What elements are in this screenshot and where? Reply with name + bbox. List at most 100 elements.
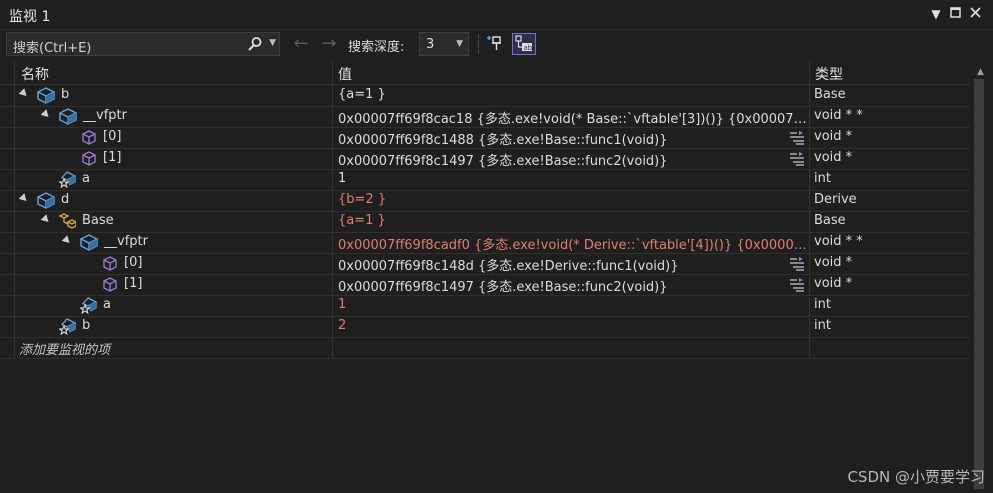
grid-header: 名称 值 类型 [0, 61, 970, 85]
watch-row[interactable]: a 1 int [0, 295, 970, 317]
visualizer-icon[interactable] [788, 130, 806, 145]
row-name: Base [82, 213, 114, 228]
row-type: void * [814, 255, 853, 270]
row-name: [0] [124, 255, 143, 270]
watch-row[interactable]: [0] 0x00007ff69f8c148d {多态.exe!Derive::f… [0, 253, 970, 275]
watch-row[interactable]: __vfptr 0x00007ff69f8cadf0 {多态.exe!void(… [0, 232, 970, 254]
row-type: int [814, 318, 831, 333]
object-variable-icon [37, 87, 55, 104]
row-value[interactable]: 0x00007ff69f8cadf0 {多态.exe!void(* Derive… [338, 234, 808, 253]
visualizer-icon[interactable] [788, 151, 806, 166]
collapse-arrow-icon[interactable] [40, 109, 52, 120]
row-name: b [61, 87, 70, 102]
row-name: [1] [103, 150, 122, 165]
row-type: void * [814, 276, 853, 291]
search-options-dropdown-icon[interactable]: ▼ [269, 38, 276, 48]
format-toggle-button[interactable]: ab [512, 33, 536, 55]
row-type: void * * [814, 108, 863, 123]
base-class-icon [58, 213, 76, 229]
watch-row[interactable]: [0] 0x00007ff69f8c1488 {多态.exe!Base::fun… [0, 127, 970, 149]
watch-row[interactable]: [1] 0x00007ff69f8c1497 {多态.exe!Base::fun… [0, 274, 970, 296]
row-name: __vfptr [104, 234, 148, 249]
method-pointer-icon [82, 151, 96, 166]
row-value[interactable]: 0x00007ff69f8cac18 {多态.exe!void(* Base::… [338, 108, 808, 127]
scroll-up-icon[interactable]: ▲ [977, 67, 984, 77]
collapse-arrow-icon[interactable] [18, 88, 30, 99]
method-pointer-icon [103, 277, 117, 292]
pin-filter-toggle[interactable] [484, 33, 508, 55]
search-back-icon[interactable]: ← [290, 33, 312, 55]
row-name: b [82, 318, 91, 333]
watermark: CSDN @小贾要学习 [847, 468, 985, 486]
row-type: int [814, 171, 831, 186]
method-pointer-icon [103, 256, 117, 271]
toolbar-divider [478, 34, 479, 54]
field-star-icon [80, 297, 98, 314]
watch-row[interactable]: b {a=1 } Base [0, 85, 970, 107]
column-header-name[interactable]: 名称 [21, 64, 49, 84]
watch-row[interactable]: __vfptr 0x00007ff69f8cac18 {多态.exe!void(… [0, 106, 970, 128]
close-icon[interactable] [967, 6, 983, 22]
object-variable-icon [80, 234, 98, 251]
row-name: a [82, 171, 90, 186]
row-type: void * * [814, 234, 863, 249]
row-value[interactable]: 2 [338, 318, 808, 333]
watch-row[interactable]: d {b=2 } Derive [0, 190, 970, 212]
row-name: d [61, 192, 70, 207]
row-type: Base [814, 213, 846, 228]
row-value[interactable]: 0x00007ff69f8c148d {多态.exe!Derive::func1… [338, 255, 808, 274]
watch-row[interactable]: Base {a=1 } Base [0, 211, 970, 233]
collapse-arrow-icon[interactable] [40, 214, 52, 225]
watch-toolbar: 搜索(Ctrl+E) ▼ ← → 搜索深度: 3 ▼ ab [0, 30, 993, 60]
method-pointer-icon [82, 130, 96, 145]
visualizer-icon[interactable] [788, 277, 806, 292]
row-value[interactable]: 0x00007ff69f8c1497 {多态.exe!Base::func2(v… [338, 150, 808, 169]
watch-row[interactable]: a 1 int [0, 169, 970, 191]
field-star-icon [59, 318, 77, 335]
collapse-arrow-icon[interactable] [61, 235, 73, 246]
search-depth-value: 3 [426, 37, 435, 52]
pin-icon [487, 36, 501, 50]
row-type: void * [814, 150, 853, 165]
row-name: [1] [124, 276, 143, 291]
window-title: 监视 1 [9, 9, 51, 25]
row-type: int [814, 297, 831, 312]
search-placeholder: 搜索(Ctrl+E) [13, 41, 92, 56]
column-header-type[interactable]: 类型 [815, 64, 843, 84]
collapse-arrow-icon[interactable] [18, 193, 30, 204]
row-value[interactable]: 1 [338, 297, 808, 312]
row-value[interactable]: 1 [338, 171, 808, 186]
row-name: a [103, 297, 111, 312]
row-type: Base [814, 87, 846, 102]
row-type: void * [814, 129, 853, 144]
scrollbar-thumb[interactable] [974, 79, 984, 489]
search-input[interactable]: 搜索(Ctrl+E) ▼ [6, 32, 280, 56]
tree-format-icon: ab [515, 35, 533, 52]
column-header-value[interactable]: 值 [338, 64, 352, 84]
add-watch-placeholder[interactable]: 添加要监视的项 [19, 339, 110, 358]
window-titlebar: 监视 1 ▼ [0, 0, 993, 30]
row-value[interactable]: 0x00007ff69f8c1488 {多态.exe!Base::func1(v… [338, 129, 808, 148]
row-value[interactable]: {a=1 } [338, 87, 808, 102]
vertical-scrollbar[interactable]: ▲ [971, 61, 993, 493]
window-menu-dropdown-icon[interactable]: ▼ [928, 6, 944, 22]
add-watch-row[interactable]: 添加要监视的项 [0, 337, 970, 359]
search-icon[interactable] [247, 36, 263, 52]
field-star-icon [59, 171, 77, 188]
watch-row[interactable]: [1] 0x00007ff69f8c1497 {多态.exe!Base::fun… [0, 148, 970, 170]
svg-text:ab: ab [524, 44, 533, 52]
row-value[interactable]: 0x00007ff69f8c1497 {多态.exe!Base::func2(v… [338, 276, 808, 295]
row-value[interactable]: {b=2 } [338, 192, 808, 207]
maximize-icon[interactable] [947, 6, 963, 22]
row-name: [0] [103, 129, 122, 144]
row-type: Derive [814, 192, 857, 207]
search-forward-icon[interactable]: → [318, 33, 340, 55]
search-depth-select[interactable]: 3 ▼ [419, 32, 469, 56]
search-depth-label: 搜索深度: [348, 40, 405, 55]
object-variable-icon [37, 192, 55, 209]
row-name: __vfptr [83, 108, 127, 123]
chevron-down-icon: ▼ [456, 39, 463, 49]
watch-row[interactable]: b 2 int [0, 316, 970, 338]
row-value[interactable]: {a=1 } [338, 213, 808, 228]
visualizer-icon[interactable] [788, 256, 806, 271]
